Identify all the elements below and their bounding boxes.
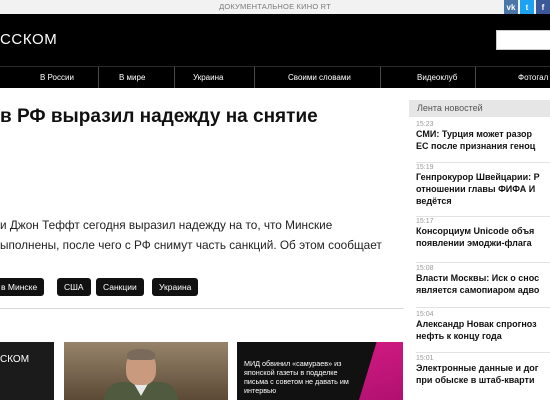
nav-divider [254, 67, 255, 88]
news-headline[interactable]: при обыске в штаб-кварти [416, 374, 550, 386]
nav-item-russia[interactable]: В России [34, 67, 80, 88]
card-caption: МИД обвинил «самураев» из японской газет… [244, 359, 349, 395]
related-card-1[interactable]: СКОМ [0, 342, 54, 400]
tag-ukraine[interactable]: Украина [152, 278, 199, 296]
article-tags: в Минске США Санкции Украина [0, 278, 400, 296]
lede-line: ыполнены, после чего с РФ снимут часть с… [0, 238, 382, 252]
accent-corner [359, 342, 403, 400]
related-card-3[interactable]: МИД обвинил «самураев» из японской газет… [237, 342, 403, 400]
news-time: 15:08 [416, 265, 434, 272]
news-divider [416, 262, 550, 263]
nav-item-photo[interactable]: Фотогал [512, 67, 550, 88]
top-promo-strip: ДОКУМЕНТАЛЬНОЕ КИНО RT vk t f [0, 0, 550, 14]
news-headline[interactable]: Александр Новак спрогноз [416, 318, 550, 330]
news-divider [416, 352, 550, 353]
tag-minsk[interactable]: в Минске [0, 278, 45, 296]
tag-sanctions[interactable]: Санкции [96, 278, 144, 296]
nav-divider [475, 67, 476, 88]
news-time: 15:01 [416, 355, 434, 362]
news-headline[interactable]: Генпрокурор Швейцарии: Р [416, 171, 550, 183]
twitter-icon[interactable]: t [520, 0, 534, 14]
related-card-2[interactable] [64, 342, 228, 400]
news-item[interactable]: 15:01 Электронные данные и дог при обыск… [416, 355, 550, 386]
news-headline[interactable]: ведётся [416, 195, 550, 207]
nav-divider [98, 67, 99, 88]
facebook-icon[interactable]: f [536, 0, 550, 14]
nav-divider [380, 67, 381, 88]
news-item[interactable]: 15:04 Александр Новак спрогноз нефть к к… [416, 311, 550, 342]
news-divider [416, 216, 550, 217]
news-headline[interactable]: СМИ: Турция может разор [416, 128, 550, 140]
site-logo[interactable]: ССКОМ [0, 31, 57, 48]
nav-item-world[interactable]: В мире [113, 67, 151, 88]
news-time: 15:23 [416, 121, 434, 128]
article-headline: в РФ выразил надежду на снятие [0, 106, 318, 127]
vk-icon[interactable]: vk [504, 0, 518, 14]
news-item[interactable]: 15:23 СМИ: Турция может разор ЕС после п… [416, 121, 550, 152]
section-divider [0, 308, 404, 309]
news-item[interactable]: 15:17 Консорциум Unicode объя появлении … [416, 218, 550, 249]
news-time: 15:19 [416, 164, 434, 171]
news-feed: Лента новостей 15:23 СМИ: Турция может р… [409, 100, 550, 400]
nav-item-opinions[interactable]: Своими словами [282, 67, 357, 88]
card-logo: СКОМ [0, 354, 30, 365]
site-header: ССКОМ [0, 14, 550, 66]
news-headline[interactable]: Электронные данные и дог [416, 362, 550, 374]
news-divider [416, 162, 550, 163]
nav-divider [174, 67, 175, 88]
news-headline[interactable]: нефть к концу года [416, 330, 550, 342]
social-links: vk t f [502, 0, 550, 14]
article-lede: и Джон Теффт сегодня выразил надежду на … [0, 215, 400, 255]
news-item[interactable]: 15:19 Генпрокурор Швейцарии: Р отношении… [416, 164, 550, 207]
news-headline[interactable]: ЕС после признания геноц [416, 140, 550, 152]
news-time: 15:04 [416, 311, 434, 318]
tag-usa[interactable]: США [57, 278, 91, 296]
news-headline[interactable]: отношении главы ФИФА И [416, 183, 550, 195]
news-headline[interactable]: Власти Москвы: Иск о снос [416, 272, 550, 284]
news-headline[interactable]: Консорциум Unicode объя [416, 225, 550, 237]
news-time: 15:17 [416, 218, 434, 225]
news-headline[interactable]: является самопиаром адво [416, 284, 550, 296]
search-input[interactable] [496, 30, 550, 50]
photo-hair [127, 349, 155, 360]
news-headline[interactable]: появлении эмоджи-флага [416, 237, 550, 249]
promo-link[interactable]: ДОКУМЕНТАЛЬНОЕ КИНО RT [0, 2, 550, 11]
news-divider [416, 307, 550, 308]
main-nav: В России В мире Украина Своими словами В… [0, 66, 550, 88]
nav-item-videoclub[interactable]: Видеоклуб [411, 67, 463, 88]
news-feed-title: Лента новостей [409, 100, 550, 117]
lede-line: и Джон Теффт сегодня выразил надежду на … [0, 218, 333, 232]
news-item[interactable]: 15:08 Власти Москвы: Иск о снос является… [416, 265, 550, 296]
nav-item-ukraine[interactable]: Украина [187, 67, 229, 88]
